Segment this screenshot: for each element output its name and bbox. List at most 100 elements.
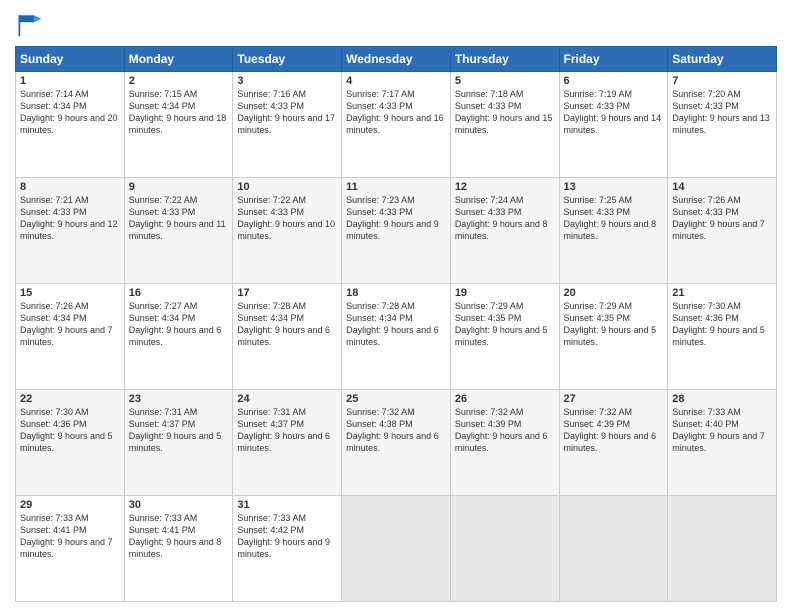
day-number: 19: [455, 287, 555, 299]
logo: [15, 10, 47, 38]
day-number: 6: [564, 75, 664, 87]
day-number: 27: [564, 393, 664, 405]
day-cell: 28Sunrise: 7:33 AMSunset: 4:40 PMDayligh…: [668, 390, 777, 496]
day-number: 23: [129, 393, 229, 405]
day-number: 3: [237, 75, 337, 87]
day-number: 12: [455, 181, 555, 193]
day-number: 22: [20, 393, 120, 405]
week-row-1: 1Sunrise: 7:14 AMSunset: 4:34 PMDaylight…: [16, 72, 777, 178]
day-number: 14: [672, 181, 772, 193]
day-number: 24: [237, 393, 337, 405]
col-header-sunday: Sunday: [16, 47, 125, 72]
day-info: Sunrise: 7:29 AMSunset: 4:35 PMDaylight:…: [564, 300, 664, 349]
day-number: 28: [672, 393, 772, 405]
day-cell: 26Sunrise: 7:32 AMSunset: 4:39 PMDayligh…: [450, 390, 559, 496]
day-info: Sunrise: 7:22 AMSunset: 4:33 PMDaylight:…: [237, 194, 337, 243]
day-info: Sunrise: 7:33 AMSunset: 4:41 PMDaylight:…: [129, 512, 229, 561]
day-cell: 30Sunrise: 7:33 AMSunset: 4:41 PMDayligh…: [124, 496, 233, 602]
day-cell: 16Sunrise: 7:27 AMSunset: 4:34 PMDayligh…: [124, 284, 233, 390]
day-number: 16: [129, 287, 229, 299]
col-header-wednesday: Wednesday: [342, 47, 451, 72]
day-cell: 7Sunrise: 7:20 AMSunset: 4:33 PMDaylight…: [668, 72, 777, 178]
day-number: 13: [564, 181, 664, 193]
day-info: Sunrise: 7:28 AMSunset: 4:34 PMDaylight:…: [237, 300, 337, 349]
day-info: Sunrise: 7:32 AMSunset: 4:39 PMDaylight:…: [564, 406, 664, 455]
day-info: Sunrise: 7:26 AMSunset: 4:33 PMDaylight:…: [672, 194, 772, 243]
day-cell: 21Sunrise: 7:30 AMSunset: 4:36 PMDayligh…: [668, 284, 777, 390]
day-info: Sunrise: 7:32 AMSunset: 4:38 PMDaylight:…: [346, 406, 446, 455]
day-info: Sunrise: 7:28 AMSunset: 4:34 PMDaylight:…: [346, 300, 446, 349]
day-number: 9: [129, 181, 229, 193]
day-number: 11: [346, 181, 446, 193]
week-row-2: 8Sunrise: 7:21 AMSunset: 4:33 PMDaylight…: [16, 178, 777, 284]
day-cell: 17Sunrise: 7:28 AMSunset: 4:34 PMDayligh…: [233, 284, 342, 390]
day-number: 2: [129, 75, 229, 87]
day-number: 25: [346, 393, 446, 405]
day-number: 30: [129, 499, 229, 511]
day-cell: 27Sunrise: 7:32 AMSunset: 4:39 PMDayligh…: [559, 390, 668, 496]
col-header-thursday: Thursday: [450, 47, 559, 72]
day-cell: 29Sunrise: 7:33 AMSunset: 4:41 PMDayligh…: [16, 496, 125, 602]
day-info: Sunrise: 7:24 AMSunset: 4:33 PMDaylight:…: [455, 194, 555, 243]
day-cell: [559, 496, 668, 602]
day-info: Sunrise: 7:27 AMSunset: 4:34 PMDaylight:…: [129, 300, 229, 349]
day-number: 8: [20, 181, 120, 193]
day-info: Sunrise: 7:23 AMSunset: 4:33 PMDaylight:…: [346, 194, 446, 243]
week-row-4: 22Sunrise: 7:30 AMSunset: 4:36 PMDayligh…: [16, 390, 777, 496]
day-cell: 6Sunrise: 7:19 AMSunset: 4:33 PMDaylight…: [559, 72, 668, 178]
day-number: 20: [564, 287, 664, 299]
day-info: Sunrise: 7:19 AMSunset: 4:33 PMDaylight:…: [564, 88, 664, 137]
day-info: Sunrise: 7:30 AMSunset: 4:36 PMDaylight:…: [672, 300, 772, 349]
day-info: Sunrise: 7:31 AMSunset: 4:37 PMDaylight:…: [129, 406, 229, 455]
day-info: Sunrise: 7:29 AMSunset: 4:35 PMDaylight:…: [455, 300, 555, 349]
calendar-table: SundayMondayTuesdayWednesdayThursdayFrid…: [15, 46, 777, 602]
day-cell: 31Sunrise: 7:33 AMSunset: 4:42 PMDayligh…: [233, 496, 342, 602]
day-cell: 24Sunrise: 7:31 AMSunset: 4:37 PMDayligh…: [233, 390, 342, 496]
day-info: Sunrise: 7:33 AMSunset: 4:40 PMDaylight:…: [672, 406, 772, 455]
day-info: Sunrise: 7:14 AMSunset: 4:34 PMDaylight:…: [20, 88, 120, 137]
day-info: Sunrise: 7:32 AMSunset: 4:39 PMDaylight:…: [455, 406, 555, 455]
page: SundayMondayTuesdayWednesdayThursdayFrid…: [0, 0, 792, 612]
day-info: Sunrise: 7:21 AMSunset: 4:33 PMDaylight:…: [20, 194, 120, 243]
day-cell: [450, 496, 559, 602]
day-number: 29: [20, 499, 120, 511]
day-cell: 9Sunrise: 7:22 AMSunset: 4:33 PMDaylight…: [124, 178, 233, 284]
day-cell: 8Sunrise: 7:21 AMSunset: 4:33 PMDaylight…: [16, 178, 125, 284]
day-number: 7: [672, 75, 772, 87]
day-info: Sunrise: 7:33 AMSunset: 4:42 PMDaylight:…: [237, 512, 337, 561]
day-cell: 22Sunrise: 7:30 AMSunset: 4:36 PMDayligh…: [16, 390, 125, 496]
day-number: 21: [672, 287, 772, 299]
day-cell: 5Sunrise: 7:18 AMSunset: 4:33 PMDaylight…: [450, 72, 559, 178]
day-number: 10: [237, 181, 337, 193]
day-info: Sunrise: 7:18 AMSunset: 4:33 PMDaylight:…: [455, 88, 555, 137]
day-cell: 10Sunrise: 7:22 AMSunset: 4:33 PMDayligh…: [233, 178, 342, 284]
day-number: 1: [20, 75, 120, 87]
day-info: Sunrise: 7:26 AMSunset: 4:34 PMDaylight:…: [20, 300, 120, 349]
day-cell: 2Sunrise: 7:15 AMSunset: 4:34 PMDaylight…: [124, 72, 233, 178]
day-info: Sunrise: 7:30 AMSunset: 4:36 PMDaylight:…: [20, 406, 120, 455]
day-info: Sunrise: 7:17 AMSunset: 4:33 PMDaylight:…: [346, 88, 446, 137]
day-cell: [668, 496, 777, 602]
day-info: Sunrise: 7:31 AMSunset: 4:37 PMDaylight:…: [237, 406, 337, 455]
day-number: 15: [20, 287, 120, 299]
day-number: 31: [237, 499, 337, 511]
col-header-friday: Friday: [559, 47, 668, 72]
day-cell: 13Sunrise: 7:25 AMSunset: 4:33 PMDayligh…: [559, 178, 668, 284]
day-info: Sunrise: 7:25 AMSunset: 4:33 PMDaylight:…: [564, 194, 664, 243]
day-number: 17: [237, 287, 337, 299]
day-cell: [342, 496, 451, 602]
header-row: SundayMondayTuesdayWednesdayThursdayFrid…: [16, 47, 777, 72]
day-cell: 11Sunrise: 7:23 AMSunset: 4:33 PMDayligh…: [342, 178, 451, 284]
week-row-5: 29Sunrise: 7:33 AMSunset: 4:41 PMDayligh…: [16, 496, 777, 602]
header: [15, 10, 777, 38]
day-cell: 12Sunrise: 7:24 AMSunset: 4:33 PMDayligh…: [450, 178, 559, 284]
day-info: Sunrise: 7:15 AMSunset: 4:34 PMDaylight:…: [129, 88, 229, 137]
day-number: 18: [346, 287, 446, 299]
day-cell: 19Sunrise: 7:29 AMSunset: 4:35 PMDayligh…: [450, 284, 559, 390]
day-info: Sunrise: 7:33 AMSunset: 4:41 PMDaylight:…: [20, 512, 120, 561]
day-info: Sunrise: 7:20 AMSunset: 4:33 PMDaylight:…: [672, 88, 772, 137]
day-cell: 20Sunrise: 7:29 AMSunset: 4:35 PMDayligh…: [559, 284, 668, 390]
day-cell: 15Sunrise: 7:26 AMSunset: 4:34 PMDayligh…: [16, 284, 125, 390]
col-header-tuesday: Tuesday: [233, 47, 342, 72]
day-cell: 23Sunrise: 7:31 AMSunset: 4:37 PMDayligh…: [124, 390, 233, 496]
